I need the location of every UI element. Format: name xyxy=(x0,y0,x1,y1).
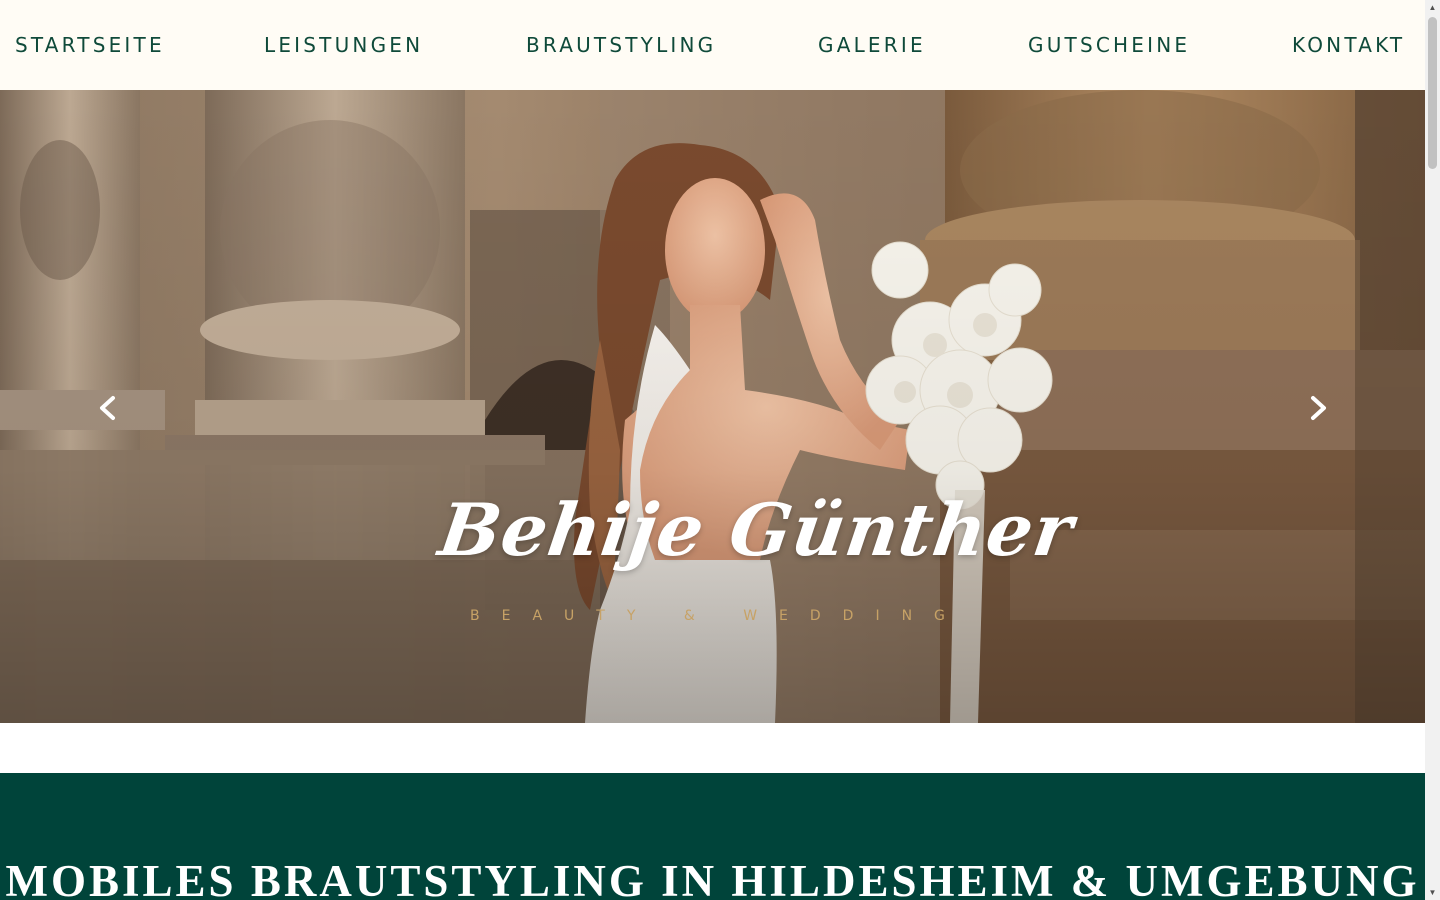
hero-slider: Behije Günther BEAUTY & WEDDING xyxy=(0,90,1425,723)
nav-item-leistungen[interactable]: LEISTUNGEN xyxy=(264,32,423,58)
chevron-left-icon xyxy=(100,396,115,420)
nav-item-galerie[interactable]: GALERIE xyxy=(818,32,926,58)
scroll-down-arrow-icon[interactable]: ▼ xyxy=(1425,885,1440,900)
hero-image xyxy=(0,90,1425,723)
page-scrollbar[interactable]: ▲ ▼ xyxy=(1425,0,1440,900)
section-heading: MOBILES BRAUTSTYLING IN HILDESHEIM & UMG… xyxy=(5,856,1420,900)
slider-next-button[interactable] xyxy=(1298,390,1338,426)
chevron-right-icon xyxy=(1311,396,1326,420)
brand-logo-script: Behije Günther xyxy=(434,487,1079,572)
scroll-up-arrow-icon[interactable]: ▲ xyxy=(1425,0,1440,15)
intro-section: MOBILES BRAUTSTYLING IN HILDESHEIM & UMG… xyxy=(0,773,1425,900)
slider-prev-button[interactable] xyxy=(88,390,128,426)
main-navigation: STARTSEITE LEISTUNGEN BRAUTSTYLING GALER… xyxy=(0,0,1425,90)
nav-item-kontakt[interactable]: KONTAKT xyxy=(1292,32,1405,58)
scrollbar-thumb[interactable] xyxy=(1428,17,1437,169)
nav-item-brautstyling[interactable]: BRAUTSTYLING xyxy=(526,32,716,58)
brand-logo-tagline: BEAUTY & WEDDING xyxy=(470,608,967,624)
nav-item-startseite[interactable]: STARTSEITE xyxy=(15,32,165,58)
nav-item-gutscheine[interactable]: GUTSCHEINE xyxy=(1028,32,1190,58)
